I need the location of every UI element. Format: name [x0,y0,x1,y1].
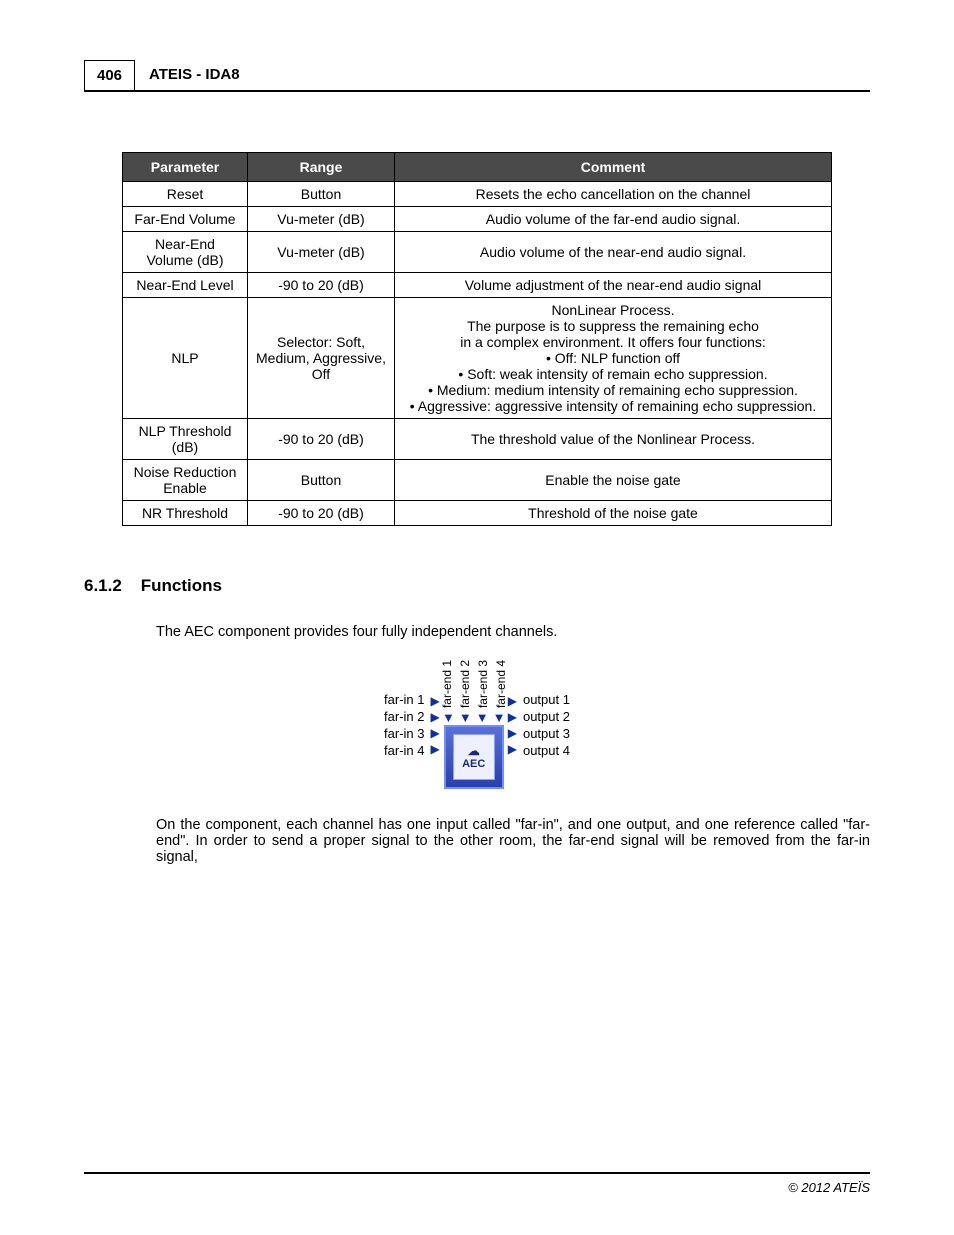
far-in-label: far-in 1 [384,692,424,707]
cell-param: Reset [123,182,248,207]
th-parameter: Parameter [123,153,248,182]
parameter-table: Parameter Range Comment Reset Button Res… [122,152,832,526]
paragraph: The AEC component provides four fully in… [156,624,870,640]
nlp-bullet: Aggressive: aggressive intensity of rema… [403,398,823,414]
doc-title: ATEIS - IDA8 [135,60,870,90]
cell-comment: Threshold of the noise gate [395,501,832,526]
cell-comment: Enable the noise gate [395,460,832,501]
cell-param: Noise Reduction Enable [123,460,248,501]
diagram-left-labels: far-in 1 far-in 2 far-in 3 far-in 4 [384,692,424,758]
triangle-right-icon: ▶ [508,694,517,708]
far-in-label: far-in 4 [384,743,424,758]
far-in-label: far-in 3 [384,726,424,741]
output-label: output 3 [523,726,570,741]
nlp-bullet: Off: NLP function off [403,350,823,366]
far-end-label: far-end 2 [458,660,472,708]
triangle-down-icon: ▼ [459,710,472,725]
aec-component-box: ☁ AEC [444,725,504,789]
cell-range: Selector: Soft, Medium, Aggressive, Off [248,298,395,419]
cell-comment: NonLinear Process. The purpose is to sup… [395,298,832,419]
cell-range: -90 to 20 (dB) [248,501,395,526]
diagram-top-labels: far-end 1 far-end 2 far-end 3 far-end 4 [440,660,508,708]
nlp-line: in a complex environment. It offers four… [403,334,823,350]
footer-rule [84,1172,870,1174]
triangle-right-icon: ▶ [431,710,440,724]
cell-range: -90 to 20 (dB) [248,419,395,460]
table-row: Near-End Level -90 to 20 (dB) Volume adj… [123,273,832,298]
right-triangles: ▶ ▶ ▶ ▶ [508,694,517,756]
output-label: output 2 [523,709,570,724]
cell-comment: Resets the echo cancellation on the chan… [395,182,832,207]
triangle-right-icon: ▶ [431,694,440,708]
cell-comment: Audio volume of the far-end audio signal… [395,207,832,232]
cell-range: -90 to 20 (dB) [248,273,395,298]
output-label: output 1 [523,692,570,707]
nlp-line: NonLinear Process. [403,302,823,318]
top-arrows: ▼ ▼ ▼ ▼ [442,710,506,725]
triangle-right-icon: ▶ [508,726,517,740]
cell-comment: The threshold value of the Nonlinear Pro… [395,419,832,460]
triangle-down-icon: ▼ [442,710,455,725]
cell-param: NLP Threshold (dB) [123,419,248,460]
output-label: output 4 [523,743,570,758]
cell-range: Vu-meter (dB) [248,207,395,232]
nlp-bullet: Medium: medium intensity of remaining ec… [403,382,823,398]
table-row: Reset Button Resets the echo cancellatio… [123,182,832,207]
cell-range: Vu-meter (dB) [248,232,395,273]
left-triangles: ▶ ▶ ▶ ▶ [431,694,440,756]
aec-label: AEC [462,758,485,770]
diagram-right-labels: output 1 output 2 output 3 output 4 [523,692,570,758]
triangle-down-icon: ▼ [493,710,506,725]
th-range: Range [248,153,395,182]
cell-comment: Audio volume of the near-end audio signa… [395,232,832,273]
far-end-label: far-end 1 [440,660,454,708]
cell-param: Far-End Volume [123,207,248,232]
section-heading: 6.1.2 Functions [84,576,870,596]
section-title: Functions [141,576,222,595]
copyright: © 2012 ATEÏS [84,1180,870,1195]
cell-comment: Volume adjustment of the near-end audio … [395,273,832,298]
cell-param: NR Threshold [123,501,248,526]
triangle-right-icon: ▶ [508,742,517,756]
triangle-right-icon: ▶ [431,742,440,756]
far-end-label: far-end 3 [476,660,490,708]
cell-param: Near-End Level [123,273,248,298]
triangle-down-icon: ▼ [476,710,489,725]
section-number: 6.1.2 [84,576,122,595]
table-row: NLP Threshold (dB) -90 to 20 (dB) The th… [123,419,832,460]
table-row: Near-End Volume (dB) Vu-meter (dB) Audio… [123,232,832,273]
page-header: 406 ATEIS - IDA8 [84,60,870,92]
paragraph: On the component, each channel has one i… [156,817,870,865]
triangle-right-icon: ▶ [431,726,440,740]
nlp-bullet: Soft: weak intensity of remain echo supp… [403,366,823,382]
aec-diagram: far-in 1 far-in 2 far-in 3 far-in 4 ▶ ▶ … [84,660,870,789]
triangle-right-icon: ▶ [508,710,517,724]
page-number: 406 [84,60,135,90]
cell-param: NLP [123,298,248,419]
table-row: Noise Reduction Enable Button Enable the… [123,460,832,501]
far-in-label: far-in 2 [384,709,424,724]
nlp-line: The purpose is to suppress the remaining… [403,318,823,334]
far-end-label: far-end 4 [494,660,508,708]
table-row: Far-End Volume Vu-meter (dB) Audio volum… [123,207,832,232]
cell-param: Near-End Volume (dB) [123,232,248,273]
table-row: NLP Selector: Soft, Medium, Aggressive, … [123,298,832,419]
cell-range: Button [248,182,395,207]
cell-range: Button [248,460,395,501]
th-comment: Comment [395,153,832,182]
table-row: NR Threshold -90 to 20 (dB) Threshold of… [123,501,832,526]
